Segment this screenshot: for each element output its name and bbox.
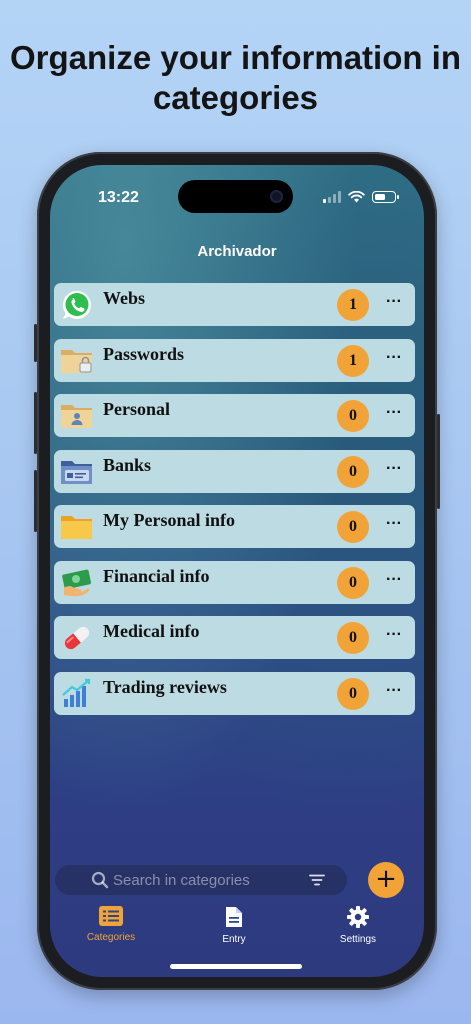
battery-level — [374, 193, 385, 200]
count-badge: 0 — [337, 400, 369, 432]
more-options-button[interactable]: ··· — [382, 348, 406, 372]
category-label: Webs — [103, 288, 146, 308]
count-badge: 0 — [337, 677, 369, 710]
more-options-button[interactable]: ··· — [382, 403, 406, 427]
category-label: Financial info — [103, 565, 210, 586]
more-options-button[interactable]: ··· — [382, 625, 406, 649]
list-icon — [99, 906, 123, 926]
category-label: My Personal info — [103, 510, 235, 530]
count-badge: 0 — [337, 455, 369, 488]
cellular-signal-icon — [323, 191, 341, 203]
search-icon — [91, 871, 109, 889]
category-label: Trading reviews — [103, 676, 227, 697]
folder-icon — [60, 510, 94, 544]
phone-frame: 13:22 Archivador Webs 1 ··· Passwords 1 ··· Pe… — [34, 152, 440, 990]
category-row-my-personal-info[interactable]: My Personal info 0 ··· — [54, 505, 415, 548]
add-category-button[interactable]: + — [368, 862, 404, 898]
tab-label: Settings — [339, 934, 377, 945]
app-screen: 13:22 Archivador Webs 1 ··· Passwords 1 ··· Pe… — [50, 165, 424, 977]
more-options-button[interactable]: ··· — [382, 570, 406, 594]
tab-label: Entry — [222, 934, 246, 945]
category-row-personal[interactable]: Personal 0 ··· — [54, 394, 415, 437]
status-icons — [323, 191, 399, 203]
folder-user-icon — [60, 399, 94, 433]
whatsapp-icon — [60, 288, 94, 322]
more-options-button[interactable]: ··· — [382, 292, 406, 316]
more-options-button[interactable]: ··· — [382, 514, 406, 538]
document-icon — [226, 907, 242, 927]
category-row-banks[interactable]: Banks 0 ··· — [54, 449, 415, 493]
category-row-passwords[interactable]: Passwords 1 ··· — [54, 338, 415, 382]
phone-volume-down-button — [34, 470, 37, 532]
category-row-webs[interactable]: Webs 1 ··· — [54, 283, 415, 326]
money-icon — [60, 566, 94, 600]
category-row-trading-reviews[interactable]: Trading reviews 0 ··· — [54, 671, 415, 715]
wifi-icon — [348, 191, 365, 203]
chart-icon — [60, 677, 94, 711]
filter-icon[interactable] — [309, 874, 325, 886]
folder-lock-icon — [60, 344, 94, 378]
more-options-button[interactable]: ··· — [382, 681, 406, 705]
tab-label: Categories — [86, 932, 136, 943]
count-badge: 1 — [337, 344, 369, 377]
camera-icon — [270, 190, 283, 203]
battery-icon — [372, 191, 399, 203]
category-label: Medical info — [103, 621, 200, 641]
gear-icon — [347, 906, 369, 928]
phone-action-button — [34, 324, 37, 362]
more-options-button[interactable]: ··· — [382, 459, 406, 483]
pill-icon — [60, 621, 94, 655]
status-time: 13:22 — [98, 189, 139, 206]
category-label: Banks — [103, 454, 152, 475]
category-list: Webs 1 ··· Passwords 1 ··· Personal 0 ··· Banks 0 ·… — [54, 283, 415, 727]
phone-volume-up-button — [34, 392, 37, 454]
tab-entry[interactable]: Entry — [189, 905, 279, 945]
search-input[interactable] — [113, 871, 303, 889]
count-badge: 0 — [337, 622, 369, 654]
search-bar[interactable] — [55, 865, 347, 895]
promo-headline: Organize your information in categories — [9, 39, 462, 116]
home-indicator[interactable] — [170, 964, 302, 969]
category-row-medical-info[interactable]: Medical info 0 ··· — [54, 616, 415, 659]
count-badge: 1 — [337, 289, 369, 321]
tab-bar: Categories Entry Settings — [50, 905, 424, 955]
category-row-financial-info[interactable]: Financial info 0 ··· — [54, 560, 415, 604]
tab-categories[interactable]: Categories — [66, 905, 156, 943]
phone-power-button — [437, 414, 440, 509]
tab-settings[interactable]: Settings — [313, 905, 403, 945]
count-badge: 0 — [337, 566, 369, 599]
category-label: Personal — [103, 399, 170, 419]
app-title: Archivador — [197, 243, 277, 260]
count-badge: 0 — [337, 511, 369, 543]
category-label: Passwords — [103, 343, 185, 364]
card-folder-icon — [60, 455, 94, 489]
dynamic-island — [178, 180, 293, 213]
